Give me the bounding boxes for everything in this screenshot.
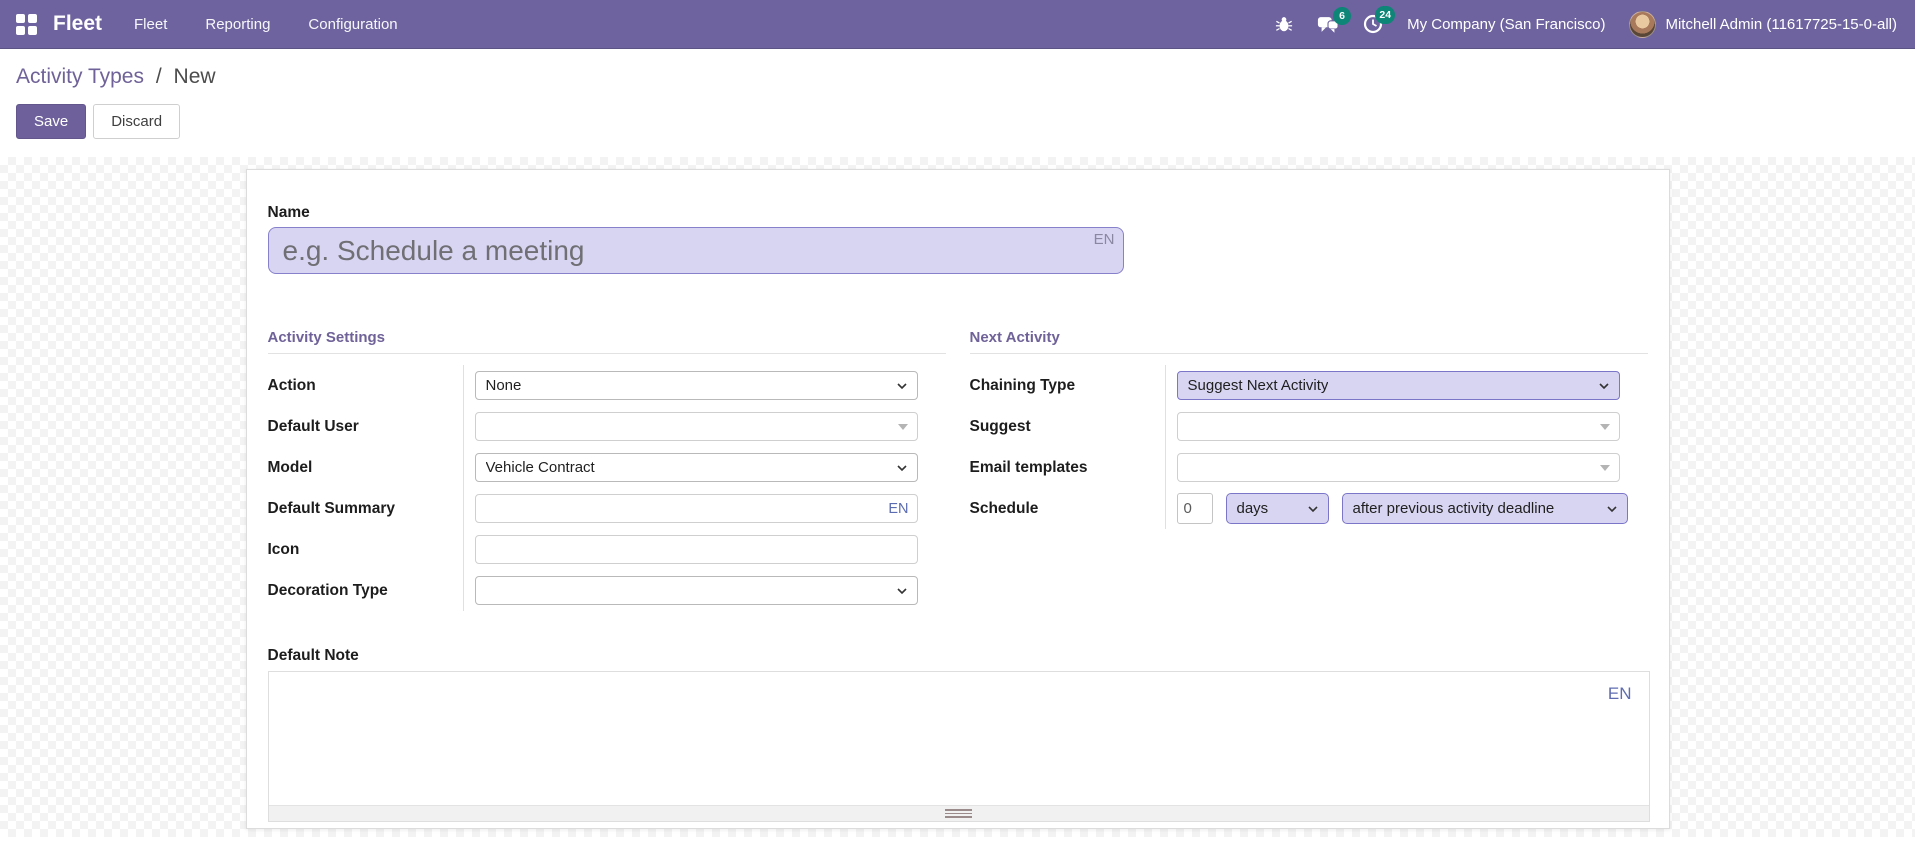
form-sheet: Name EN Activity Settings Action None	[245, 169, 1670, 829]
user-name: Mitchell Admin (11617725-15-0-all)	[1665, 15, 1897, 33]
breadcrumb-current: New	[173, 65, 216, 88]
chaining-type-label: Chaining Type	[969, 376, 1076, 394]
app-brand[interactable]: Fleet	[53, 12, 102, 36]
form-view-background: Name EN Activity Settings Action None	[0, 157, 1915, 837]
row-icon: Icon	[268, 529, 946, 570]
chevron-down-icon	[896, 464, 907, 471]
discard-button[interactable]: Discard	[93, 104, 181, 139]
note-resize-handle[interactable]	[268, 805, 1649, 821]
group-next-activity: Next Activity Chaining Type Suggest Next…	[969, 329, 1648, 611]
breadcrumb-parent-link[interactable]: Activity Types	[16, 65, 144, 88]
default-summary-label: Default Summary	[267, 499, 395, 517]
schedule-unit-select[interactable]: days	[1225, 493, 1329, 524]
user-menu[interactable]: Mitchell Admin (11617725-15-0-all)	[1629, 10, 1897, 38]
apps-menu-icon[interactable]	[16, 13, 37, 35]
chevron-down-icon	[1307, 505, 1318, 512]
company-switcher[interactable]: My Company (San Francisco)	[1407, 16, 1605, 33]
activities-clock-icon[interactable]: 24	[1363, 6, 1396, 34]
row-default-summary: Default Summary EN	[268, 488, 946, 529]
default-user-input[interactable]	[474, 412, 918, 441]
chevron-down-icon	[896, 587, 907, 594]
row-decoration-type: Decoration Type	[268, 570, 946, 611]
row-email-templates: Email templates	[970, 447, 1648, 488]
schedule-trigger-value: after previous activity deadline	[1352, 500, 1555, 517]
caret-down-icon[interactable]	[1599, 423, 1610, 430]
debug-bug-icon[interactable]	[1275, 15, 1293, 33]
default-note-box: EN	[267, 671, 1650, 822]
suggest-label: Suggest	[969, 417, 1031, 435]
default-note-label: Default Note	[267, 647, 359, 664]
top-navbar: Fleet Fleet Reporting Configuration 6 24…	[0, 0, 1915, 49]
next-activity-title: Next Activity	[969, 329, 1648, 354]
default-user-label: Default User	[267, 417, 359, 435]
model-select-value: Vehicle Contract	[485, 459, 595, 476]
chaining-type-select-value: Suggest Next Activity	[1187, 377, 1329, 394]
model-select[interactable]: Vehicle Contract	[474, 453, 918, 482]
default-note-textarea[interactable]	[268, 672, 1649, 805]
default-note-block: Default Note EN	[267, 647, 1650, 822]
caret-down-icon[interactable]	[897, 423, 908, 430]
schedule-trigger-select[interactable]: after previous activity deadline	[1341, 493, 1628, 524]
caret-down-icon[interactable]	[1599, 464, 1610, 471]
email-templates-label: Email templates	[969, 458, 1088, 476]
suggest-input[interactable]	[1176, 412, 1620, 441]
grip-icon	[945, 809, 972, 818]
save-button[interactable]: Save	[16, 104, 87, 139]
icon-input[interactable]	[474, 535, 918, 564]
activity-settings-title: Activity Settings	[267, 329, 946, 354]
row-model: Model Vehicle Contract	[268, 447, 946, 488]
activities-count-badge: 24	[1375, 6, 1396, 24]
chevron-down-icon	[1598, 382, 1609, 389]
row-suggest: Suggest	[970, 406, 1648, 447]
navbar-right: 6 24 My Company (San Francisco) Mitchell…	[1275, 6, 1897, 38]
action-select-value: None	[485, 377, 522, 394]
name-field-block: Name EN	[267, 204, 1648, 274]
decoration-type-select[interactable]	[474, 576, 918, 605]
chaining-type-select[interactable]: Suggest Next Activity	[1176, 371, 1620, 400]
schedule-number-input[interactable]	[1176, 493, 1213, 524]
group-activity-settings: Activity Settings Action None Default Us…	[267, 329, 946, 611]
breadcrumb: Activity Types / New	[16, 65, 1899, 89]
form-action-buttons: Save Discard	[16, 104, 1899, 139]
row-schedule: Schedule days after previous activity de…	[970, 488, 1648, 529]
schedule-unit-value: days	[1236, 500, 1269, 517]
menu-fleet[interactable]: Fleet	[134, 16, 167, 33]
action-select[interactable]: None	[474, 371, 918, 400]
main-menu: Fleet Reporting Configuration	[134, 16, 398, 33]
action-label: Action	[267, 376, 316, 394]
messages-icon[interactable]: 6	[1317, 6, 1352, 34]
decoration-type-label: Decoration Type	[267, 581, 388, 599]
user-avatar	[1629, 10, 1657, 38]
messages-count-badge: 6	[1333, 6, 1352, 25]
row-default-user: Default User	[268, 406, 946, 447]
form-groups: Activity Settings Action None Default Us…	[267, 329, 1648, 611]
email-templates-input[interactable]	[1176, 453, 1620, 482]
menu-configuration[interactable]: Configuration	[308, 16, 397, 33]
row-chaining-type: Chaining Type Suggest Next Activity	[970, 365, 1648, 406]
schedule-label: Schedule	[969, 499, 1039, 517]
icon-label: Icon	[267, 540, 300, 558]
chevron-down-icon	[896, 382, 907, 389]
row-action: Action None	[268, 365, 946, 406]
name-label: Name	[267, 204, 310, 221]
model-label: Model	[267, 458, 313, 476]
default-summary-input[interactable]	[474, 494, 918, 523]
breadcrumb-separator: /	[155, 65, 162, 88]
control-panel: Activity Types / New Save Discard	[0, 49, 1915, 157]
name-input[interactable]	[267, 227, 1124, 274]
chevron-down-icon	[1606, 505, 1617, 512]
menu-reporting[interactable]: Reporting	[205, 16, 270, 33]
